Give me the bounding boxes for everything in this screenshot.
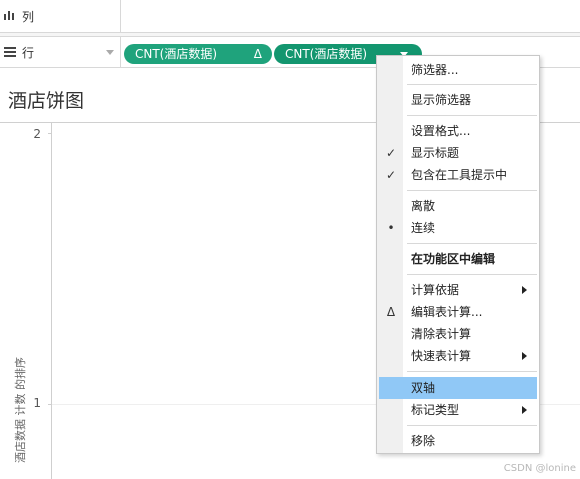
menu-item-include-tooltip[interactable]: ✓ 包含在工具提示中 xyxy=(377,164,539,186)
dropdown-caret-icon[interactable] xyxy=(106,50,114,55)
menu-separator xyxy=(407,84,537,85)
menu-item-label: 标记类型 xyxy=(411,403,460,417)
menu-item-clear-table-calc[interactable]: 清除表计算 xyxy=(377,323,539,345)
menu-item-discrete[interactable]: 离散 xyxy=(377,195,539,217)
menu-item-edit-table-calc[interactable]: Δ 编辑表计算... xyxy=(377,301,539,323)
menu-separator xyxy=(407,425,537,426)
menu-item-label: 设置格式... xyxy=(411,124,471,138)
submenu-arrow-icon xyxy=(522,286,527,294)
menu-item-show-header[interactable]: ✓ 显示标题 xyxy=(377,142,539,164)
delta-icon: Δ xyxy=(386,305,396,319)
pill-label: CNT(酒店数据) xyxy=(135,47,218,61)
y-axis[interactable]: 2 1 酒店数据 计数 的排序 xyxy=(0,123,52,479)
menu-item-remove[interactable]: 移除 xyxy=(377,430,539,452)
menu-item-label: 快速表计算 xyxy=(411,349,472,363)
menu-item-label: 显示标题 xyxy=(411,146,460,160)
axis-tick-label: 2 xyxy=(33,127,41,141)
menu-item-label: 编辑表计算... xyxy=(411,305,483,319)
submenu-arrow-icon xyxy=(522,352,527,360)
menu-item-show-filter[interactable]: 显示筛选器 xyxy=(377,89,539,111)
rows-shelf-label: 行 xyxy=(0,37,121,67)
axis-tick-mark xyxy=(48,133,52,134)
menu-item-label: 离散 xyxy=(411,199,436,213)
menu-item-label: 清除表计算 xyxy=(411,327,472,341)
menu-item-continuous[interactable]: • 连续 xyxy=(377,217,539,239)
menu-separator xyxy=(407,115,537,116)
submenu-arrow-icon xyxy=(522,406,527,414)
watermark: CSDN @lonine xyxy=(503,463,576,474)
delta-icon: Δ xyxy=(253,47,262,61)
menu-separator xyxy=(407,243,537,244)
menu-item-label: 筛选器... xyxy=(411,63,459,77)
menu-item-label: 在功能区中编辑 xyxy=(411,252,496,266)
check-icon: ✓ xyxy=(385,146,397,160)
rows-label: 行 xyxy=(22,45,35,60)
check-icon: ✓ xyxy=(385,168,397,182)
rows-icon xyxy=(4,46,20,58)
menu-separator xyxy=(407,190,537,191)
menu-item-label: 包含在工具提示中 xyxy=(411,168,508,182)
pill-context-menu[interactable]: 筛选器... 显示筛选器 设置格式... ✓ 显示标题 ✓ 包含在工具提示中 离… xyxy=(376,55,540,454)
menu-separator xyxy=(407,371,537,372)
menu-item-mark-type[interactable]: 标记类型 xyxy=(377,399,539,421)
pill-label: CNT(酒店数据) xyxy=(285,47,368,61)
menu-item-label: 移除 xyxy=(411,434,436,448)
axis-tick-label: 1 xyxy=(33,396,41,410)
menu-separator xyxy=(407,274,537,275)
menu-item-label: 双轴 xyxy=(411,381,436,395)
menu-item-label: 连续 xyxy=(411,221,436,235)
axis-title[interactable]: 酒店数据 计数 的排序 xyxy=(12,357,28,463)
columns-icon xyxy=(4,10,20,22)
bullet-icon: • xyxy=(387,221,395,235)
menu-item-filter[interactable]: 筛选器... xyxy=(377,59,539,81)
columns-shelf[interactable]: 列 xyxy=(0,0,580,33)
columns-label: 列 xyxy=(22,9,35,24)
menu-item-dual-axis[interactable]: 双轴 xyxy=(379,377,537,399)
menu-item-compute-using[interactable]: 计算依据 xyxy=(377,279,539,301)
measure-pill-first[interactable]: CNT(酒店数据) Δ xyxy=(124,44,272,64)
menu-item-edit-in-shelf[interactable]: 在功能区中编辑 xyxy=(377,248,539,270)
columns-shelf-label: 列 xyxy=(0,0,121,32)
menu-item-label: 计算依据 xyxy=(411,283,460,297)
menu-item-quick-table-calc[interactable]: 快速表计算 xyxy=(377,345,539,367)
menu-item-label: 显示筛选器 xyxy=(411,93,472,107)
menu-item-format[interactable]: 设置格式... xyxy=(377,120,539,142)
sheet-title: 酒店饼图 xyxy=(8,90,85,112)
